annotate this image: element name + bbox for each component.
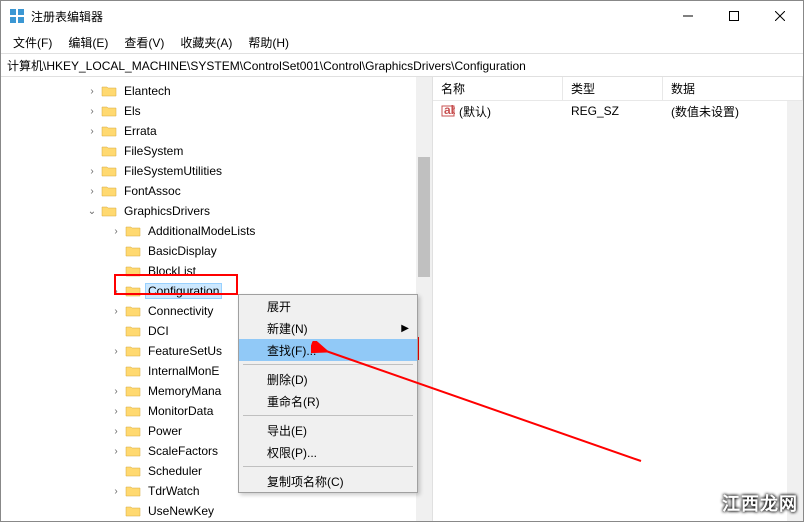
tree-label: Scheduler [145, 463, 205, 479]
tree-item-elantech[interactable]: › Elantech [1, 81, 432, 101]
window-title: 注册表编辑器 [31, 8, 665, 25]
expander-closed-icon[interactable]: › [85, 104, 99, 118]
tree-label: Errata [121, 123, 160, 139]
tree-label: FileSystem [121, 143, 186, 159]
address-text: 计算机\HKEY_LOCAL_MACHINE\SYSTEM\ControlSet… [7, 57, 526, 74]
tree-item-errata[interactable]: › Errata [1, 121, 432, 141]
string-value-icon: ab [441, 104, 455, 118]
cell-type: REG_SZ [563, 104, 663, 118]
cm-rename[interactable]: 重命名(R) [239, 390, 417, 412]
tree-label: AdditionalModeLists [145, 223, 258, 239]
tree-label: UseNewKey [145, 503, 217, 519]
tree-label: Elantech [121, 83, 174, 99]
list-scrollbar[interactable] [787, 101, 803, 521]
expander-none [109, 364, 123, 378]
col-data[interactable]: 数据 [663, 77, 803, 100]
expander-closed-icon[interactable]: › [109, 304, 123, 318]
expander-none [85, 144, 99, 158]
minimize-button[interactable] [665, 1, 711, 31]
expander-closed-icon[interactable]: › [109, 424, 123, 438]
cm-find[interactable]: 查找(F)... [239, 339, 417, 361]
expander-closed-icon[interactable]: › [109, 384, 123, 398]
cm-separator [243, 415, 413, 416]
menu-help[interactable]: 帮助(H) [240, 32, 297, 53]
cm-separator [243, 466, 413, 467]
tree-item-basicdisplay[interactable]: BasicDisplay [1, 241, 432, 261]
expander-closed-icon[interactable]: › [109, 444, 123, 458]
close-button[interactable] [757, 1, 803, 31]
tree-item-usenewkey[interactable]: UseNewKey [1, 501, 432, 521]
tree-item-fontassoc[interactable]: › FontAssoc [1, 181, 432, 201]
tree-label: FontAssoc [121, 183, 184, 199]
svg-text:ab: ab [444, 104, 455, 117]
col-type[interactable]: 类型 [563, 77, 663, 100]
maximize-button[interactable] [711, 1, 757, 31]
cell-data: (数值未设置) [663, 103, 803, 120]
col-name[interactable]: 名称 [433, 77, 563, 100]
tree-label: DCI [145, 323, 172, 339]
menu-edit[interactable]: 编辑(E) [60, 32, 116, 53]
menu-file[interactable]: 文件(F) [5, 32, 60, 53]
tree-label: InternalMonE [145, 363, 222, 379]
tree-label: Els [121, 103, 144, 119]
cm-separator [243, 364, 413, 365]
tree-item-blocklist[interactable]: BlockList [1, 261, 432, 281]
tree-item-filesystemutilities[interactable]: › FileSystemUtilities [1, 161, 432, 181]
context-menu: 展开 新建(N)▶ 查找(F)... 删除(D) 重命名(R) 导出(E) 权限… [238, 294, 418, 493]
tree-label: BlockList [145, 263, 199, 279]
tree-label: BasicDisplay [145, 243, 220, 259]
titlebar: 注册表编辑器 [1, 1, 803, 31]
expander-closed-icon[interactable]: › [109, 224, 123, 238]
watermark: 江西龙网 [722, 490, 798, 516]
tree-label: ScaleFactors [145, 443, 221, 459]
tree-label: MonitorData [145, 403, 216, 419]
tree-scrollbar[interactable] [416, 77, 432, 521]
scrollbar-thumb[interactable] [418, 157, 430, 277]
tree-label: Power [145, 423, 185, 439]
expander-closed-icon[interactable]: › [109, 344, 123, 358]
tree-label: MemoryMana [145, 383, 224, 399]
tree-item-els[interactable]: › Els [1, 101, 432, 121]
expander-closed-icon[interactable]: › [85, 84, 99, 98]
app-icon [9, 8, 25, 24]
tree-item-graphicsdrivers[interactable]: ⌄ GraphicsDrivers [1, 201, 432, 221]
expander-none [109, 324, 123, 338]
tree-label: Configuration [145, 283, 222, 299]
expander-closed-icon[interactable]: › [85, 184, 99, 198]
expander-closed-icon[interactable]: › [85, 164, 99, 178]
menu-favorites[interactable]: 收藏夹(A) [172, 32, 240, 53]
tree-label: FileSystemUtilities [121, 163, 225, 179]
tree-item-additionalmodelists[interactable]: › AdditionalModeLists [1, 221, 432, 241]
expander-closed-icon[interactable]: › [109, 284, 123, 298]
tree-label: Connectivity [145, 303, 216, 319]
chevron-right-icon: ▶ [401, 323, 409, 334]
expander-none [109, 464, 123, 478]
cm-delete[interactable]: 删除(D) [239, 368, 417, 390]
menubar: 文件(F) 编辑(E) 查看(V) 收藏夹(A) 帮助(H) [1, 31, 803, 53]
cm-new[interactable]: 新建(N)▶ [239, 317, 417, 339]
list-row[interactable]: ab (默认) REG_SZ (数值未设置) [433, 101, 803, 121]
list-pane: 名称 类型 数据 ab (默认) REG_SZ (数值未设置) [433, 77, 803, 521]
expander-none [109, 504, 123, 518]
cm-permissions[interactable]: 权限(P)... [239, 441, 417, 463]
expander-closed-icon[interactable]: › [109, 484, 123, 498]
menu-view[interactable]: 查看(V) [116, 32, 172, 53]
expander-open-icon[interactable]: ⌄ [85, 204, 99, 218]
cm-export[interactable]: 导出(E) [239, 419, 417, 441]
tree-label: GraphicsDrivers [121, 203, 213, 219]
expander-none [109, 264, 123, 278]
cell-name: ab (默认) [433, 103, 563, 120]
tree-label: FeatureSetUs [145, 343, 225, 359]
tree-item-filesystem[interactable]: FileSystem [1, 141, 432, 161]
expander-none [109, 244, 123, 258]
expander-closed-icon[interactable]: › [85, 124, 99, 138]
tree-label: TdrWatch [145, 483, 203, 499]
addressbar[interactable]: 计算机\HKEY_LOCAL_MACHINE\SYSTEM\ControlSet… [1, 53, 803, 77]
cm-expand[interactable]: 展开 [239, 295, 417, 317]
expander-closed-icon[interactable]: › [109, 404, 123, 418]
list-header: 名称 类型 数据 [433, 77, 803, 101]
cm-copy-key[interactable]: 复制项名称(C) [239, 470, 417, 492]
